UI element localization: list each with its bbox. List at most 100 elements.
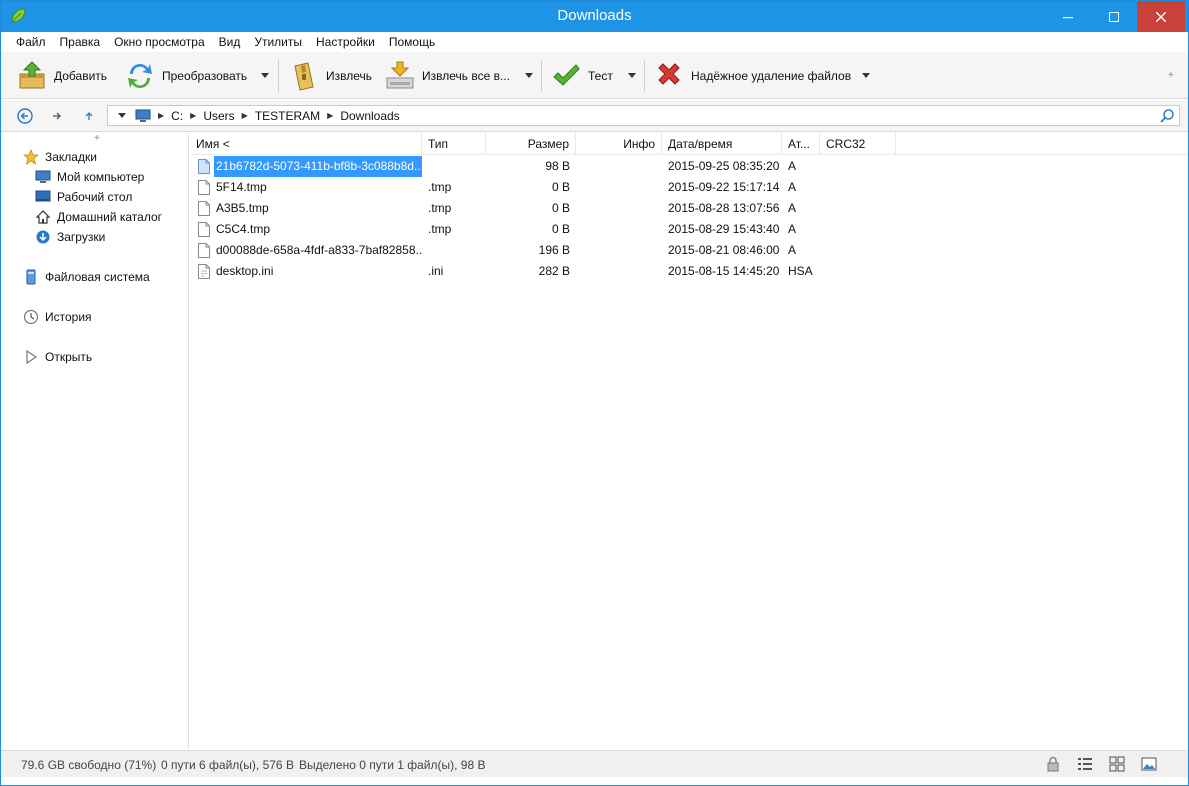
app-window: Downloads Файл Правка Окно просмотра Вид… — [0, 0, 1189, 786]
sidebar-bookmarks[interactable]: Закладки — [23, 148, 97, 166]
add-label: Добавить — [54, 69, 108, 83]
file-date: 2015-09-22 15:17:14 — [668, 180, 780, 194]
add-button[interactable]: Добавить — [15, 56, 107, 96]
list-view-icon[interactable] — [1077, 756, 1093, 772]
grid-view-icon[interactable] — [1109, 756, 1125, 772]
sidebar-item-label: Рабочий стол — [57, 190, 133, 204]
secure-delete-dropdown[interactable] — [860, 69, 872, 81]
sidebar-open-label: Открыть — [45, 350, 93, 364]
column-header-attributes[interactable]: Ат... — [782, 133, 820, 155]
file-row[interactable]: C5C4.tmp .tmp 0 B 2015-08-29 15:43:40 A — [190, 219, 1188, 240]
file-type: .tmp — [428, 180, 452, 194]
column-header-info[interactable]: Инфо — [576, 133, 662, 155]
sidebar-history-label: История — [45, 310, 92, 324]
close-icon — [1156, 11, 1166, 22]
menu-tools[interactable]: Утилиты — [247, 32, 309, 52]
file-attributes: A — [788, 243, 797, 257]
file-name[interactable]: C5C4.tmp — [216, 219, 422, 240]
column-header-crc32[interactable]: CRC32 — [820, 133, 896, 155]
add-archive-icon — [15, 59, 49, 93]
menu-edit[interactable]: Правка — [53, 32, 108, 52]
breadcrumb-arrow-icon[interactable]: ▶ — [323, 111, 337, 120]
breadcrumb-drive[interactable]: C: — [168, 109, 186, 123]
preview-image-icon[interactable] — [1141, 756, 1157, 772]
file-attributes: A — [788, 180, 797, 194]
test-label: Тест — [588, 69, 613, 83]
file-name[interactable]: A3B5.tmp — [216, 198, 422, 219]
file-name[interactable]: 5F14.tmp — [216, 177, 422, 198]
dropdown-arrow-icon — [862, 72, 870, 78]
file-name[interactable]: 21b6782d-5073-411b-bf8b-3c088b8d... — [214, 156, 422, 177]
test-button[interactable]: Тест — [549, 56, 613, 96]
extract-all-button[interactable]: Извлечь все в... — [383, 56, 510, 96]
downloads-icon — [35, 229, 51, 245]
breadcrumb-user[interactable]: TESTERAM — [252, 109, 323, 123]
sidebar-item-label: Мой компьютер — [57, 170, 145, 184]
breadcrumb-arrow-icon[interactable]: ▶ — [154, 111, 168, 120]
file-type: .tmp — [428, 201, 452, 215]
dropdown-arrow-icon[interactable] — [112, 111, 132, 121]
status-bar: 79.6 GB свободно (71%) 0 пути 6 файл(ы),… — [1, 750, 1188, 777]
secure-delete-button[interactable]: Надёжное удаление файлов — [652, 56, 851, 96]
column-header-size[interactable]: Размер — [486, 133, 576, 155]
file-row[interactable]: 21b6782d-5073-411b-bf8b-3c088b8d... 98 B… — [190, 156, 1188, 177]
file-row[interactable]: A3B5.tmp .tmp 0 B 2015-08-28 13:07:56 A — [190, 198, 1188, 219]
file-icon — [198, 180, 210, 195]
menu-viewer[interactable]: Окно просмотра — [107, 32, 212, 52]
column-header-type[interactable]: Тип — [422, 133, 486, 155]
sidebar-add-icon[interactable]: + — [94, 133, 100, 144]
close-button[interactable] — [1137, 1, 1185, 32]
file-row[interactable]: desktop.ini .ini 282 B 2015-08-15 14:45:… — [190, 261, 1188, 282]
path-box[interactable]: ▶ C: ▶ Users ▶ TESTERAM ▶ Downloads — [107, 105, 1180, 126]
sidebar-open[interactable]: Открыть — [23, 348, 92, 366]
breadcrumb-downloads[interactable]: Downloads — [337, 109, 402, 123]
breadcrumb-arrow-icon[interactable]: ▶ — [238, 111, 252, 120]
file-date: 2015-09-25 08:35:20 — [668, 159, 780, 173]
up-button[interactable] — [79, 106, 99, 126]
toolbar-separator — [278, 60, 279, 92]
convert-button[interactable]: Преобразовать — [123, 56, 247, 96]
file-row[interactable]: 5F14.tmp .tmp 0 B 2015-09-22 15:17:14 A — [190, 177, 1188, 198]
forward-button[interactable] — [47, 106, 67, 126]
checkmark-icon — [549, 59, 583, 93]
file-size: 0 B — [551, 180, 570, 194]
sidebar-item-my-computer[interactable]: Мой компьютер — [35, 168, 144, 186]
menu-file[interactable]: Файл — [9, 32, 53, 52]
sidebar-item-downloads[interactable]: Загрузки — [35, 228, 105, 246]
maximize-button[interactable] — [1091, 1, 1137, 32]
column-header-date[interactable]: Дата/время — [662, 133, 782, 155]
title-bar[interactable]: Downloads — [1, 1, 1188, 32]
menu-settings[interactable]: Настройки — [309, 32, 382, 52]
back-button[interactable] — [15, 106, 35, 126]
file-date: 2015-08-29 15:43:40 — [668, 222, 780, 236]
file-attributes: A — [788, 222, 797, 236]
file-size: 282 B — [538, 264, 570, 278]
breadcrumb-users[interactable]: Users — [200, 109, 237, 123]
file-name[interactable]: desktop.ini — [216, 261, 422, 282]
settings-file-icon — [198, 264, 210, 279]
back-circle-icon — [17, 108, 33, 124]
sidebar-history[interactable]: История — [23, 308, 92, 326]
navigation-bar: ▶ C: ▶ Users ▶ TESTERAM ▶ Downloads — [1, 100, 1188, 132]
file-row[interactable]: d00088de-658a-4fdf-a833-7baf82858... 196… — [190, 240, 1188, 261]
menu-help[interactable]: Помощь — [382, 32, 442, 52]
extract-button[interactable]: Извлечь — [287, 56, 372, 96]
extract-all-dropdown[interactable] — [523, 69, 535, 81]
status-free-space: 79.6 GB свободно (71%) — [21, 758, 157, 772]
breadcrumb-arrow-icon[interactable]: ▶ — [186, 111, 200, 120]
menu-view[interactable]: Вид — [212, 32, 248, 52]
computer-icon — [135, 109, 151, 122]
lock-icon[interactable] — [1045, 756, 1061, 772]
sidebar-item-home[interactable]: Домашний каталог — [35, 208, 162, 226]
toolbar-add-icon[interactable]: + — [1168, 70, 1174, 81]
maximize-icon — [1109, 11, 1119, 22]
test-dropdown[interactable] — [626, 69, 638, 81]
column-header-name[interactable]: Имя < — [190, 133, 422, 155]
search-icon[interactable] — [1159, 108, 1175, 124]
sidebar-filesystem[interactable]: Файловая система — [23, 268, 150, 286]
dropdown-arrow-icon — [261, 72, 269, 78]
convert-dropdown[interactable] — [259, 69, 271, 81]
file-name[interactable]: d00088de-658a-4fdf-a833-7baf82858... — [216, 240, 422, 261]
minimize-button[interactable] — [1045, 1, 1091, 32]
sidebar-item-desktop[interactable]: Рабочий стол — [35, 188, 132, 206]
